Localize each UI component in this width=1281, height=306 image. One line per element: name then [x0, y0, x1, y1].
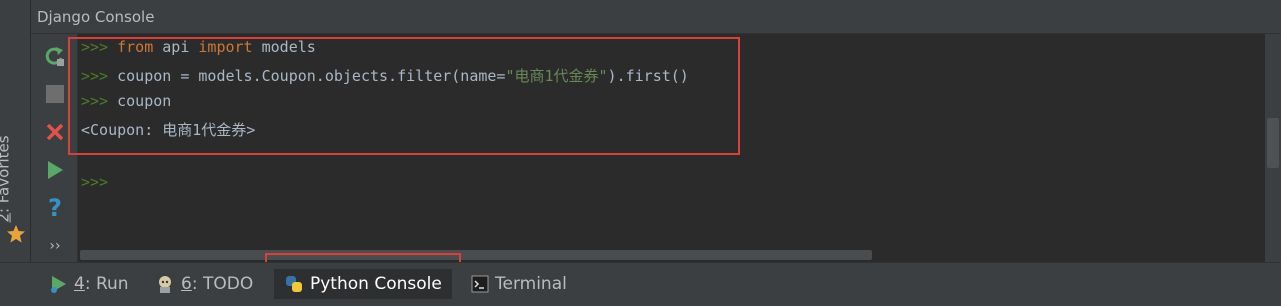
console-toolbar: ? ››	[31, 34, 78, 262]
tab-terminal[interactable]: Terminal	[471, 269, 567, 299]
tab-todo[interactable]: 6: TODO	[155, 269, 253, 299]
horizontal-scroll-thumb[interactable]	[80, 250, 872, 260]
execute-icon[interactable]	[43, 158, 67, 182]
console-line: >>> coupon	[81, 92, 172, 110]
horizontal-scrollbar[interactable]	[78, 248, 1265, 262]
close-icon[interactable]	[43, 120, 67, 144]
stop-icon[interactable]	[43, 82, 67, 106]
tab-todo-label: 6: TODO	[181, 274, 254, 294]
vertical-scroll-thumb[interactable]	[1267, 118, 1279, 168]
terminal-icon	[471, 275, 489, 293]
console-line: >>> from api import models	[81, 38, 316, 56]
tab-python-console-label: Python Console	[310, 274, 442, 294]
console-output-area[interactable]: >>> from api import models >>> coupon = …	[78, 34, 1265, 248]
tab-python-console[interactable]: Python Console	[274, 269, 452, 299]
favorites-label: 2: Favorites	[0, 135, 13, 222]
console-output-line: <Coupon: 电商1代金券>	[81, 121, 256, 139]
tab-terminal-label: Terminal	[495, 274, 567, 294]
console-input-prompt[interactable]: >>>	[81, 173, 108, 191]
vertical-scrollbar[interactable]	[1265, 34, 1281, 262]
star-icon	[6, 224, 26, 248]
run-icon	[51, 276, 66, 293]
python-icon	[286, 276, 302, 292]
tab-run-label: 4: Run	[74, 274, 129, 294]
console-line: >>> coupon = models.Coupon.objects.filte…	[81, 67, 689, 85]
bottom-tool-bar: 4: Run 6: TODO Python Console Terminal	[0, 262, 1281, 306]
tab-run[interactable]: 4: Run	[50, 269, 129, 299]
left-tool-strip: 2: Favorites	[0, 0, 31, 262]
todo-icon	[159, 276, 171, 293]
more-icon[interactable]: ››	[43, 234, 67, 258]
console-title-bar: Django Console	[31, 0, 1281, 34]
favorites-tab[interactable]: 2: Favorites	[0, 118, 28, 250]
help-icon[interactable]: ?	[43, 194, 67, 222]
console-title: Django Console	[37, 8, 155, 26]
rerun-icon[interactable]	[43, 44, 67, 68]
